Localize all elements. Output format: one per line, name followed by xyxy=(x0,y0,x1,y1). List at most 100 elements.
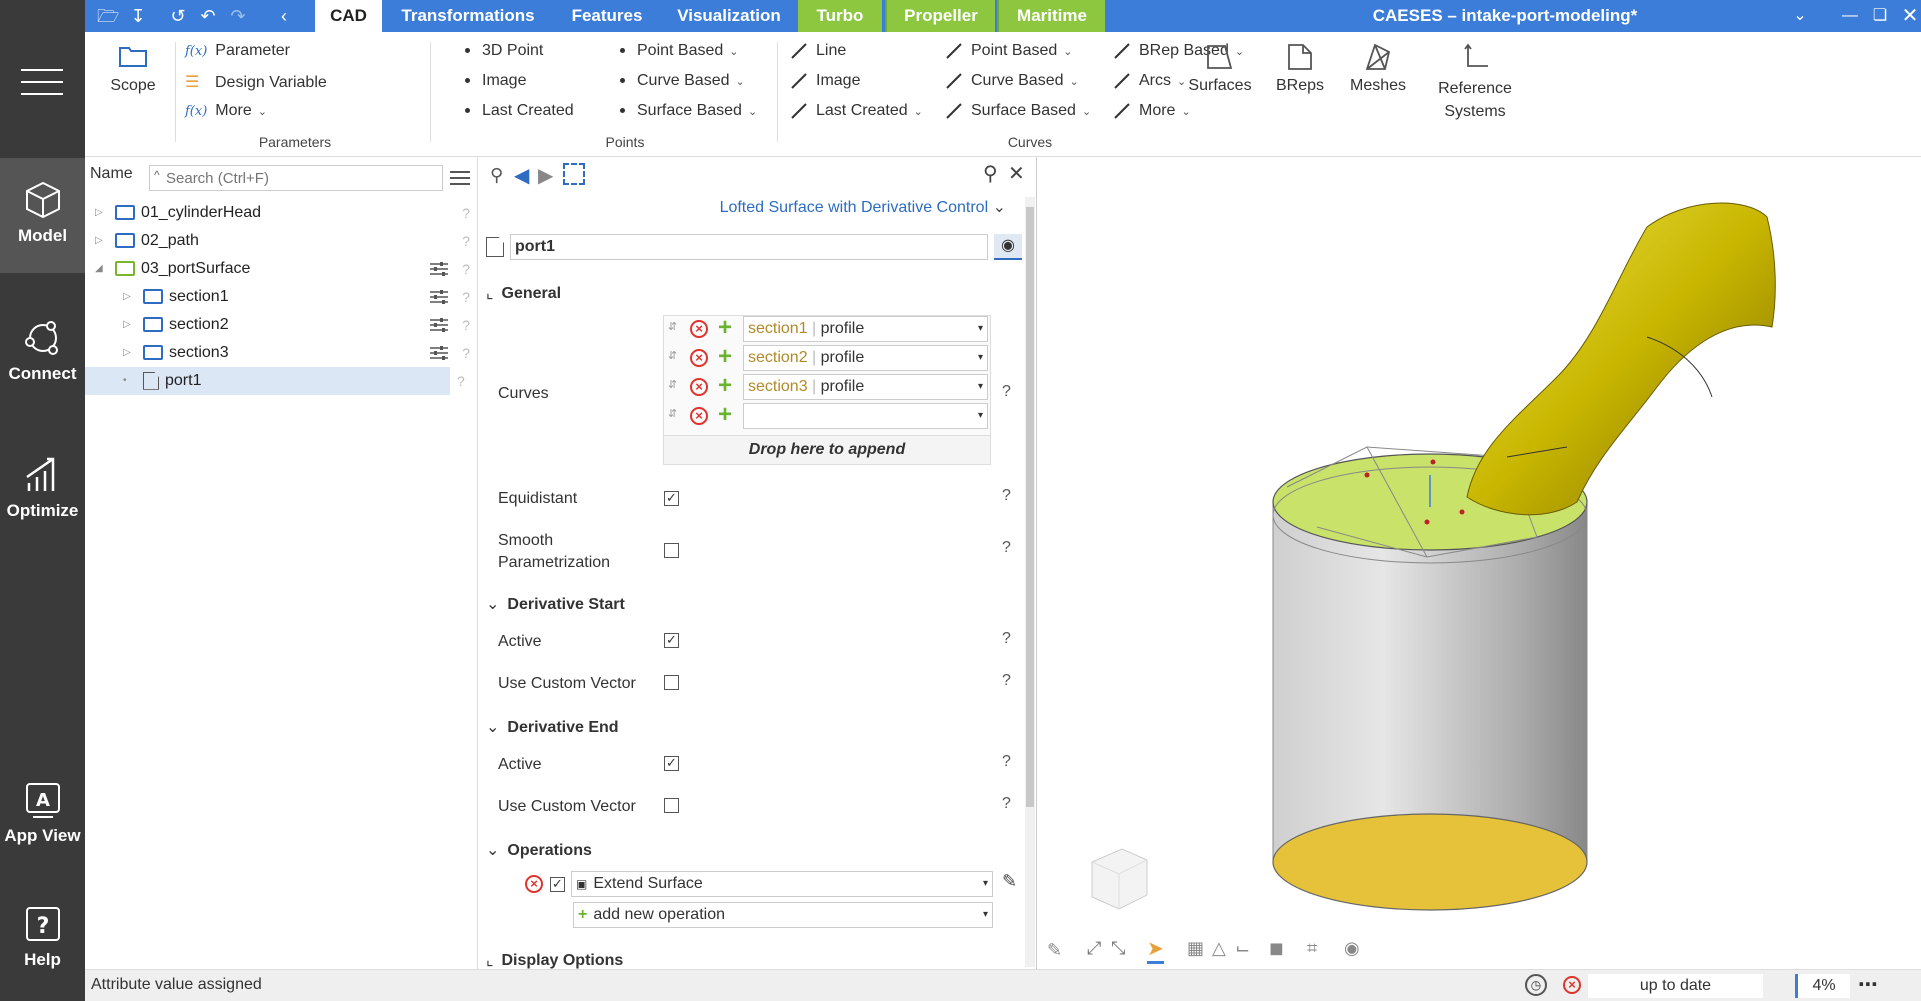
ribbon-arcs[interactable]: Arcs ⌄ xyxy=(1113,72,1186,90)
chevron-left-icon[interactable]: ‹ xyxy=(273,5,295,27)
expand-arrow-icon[interactable]: ▷ xyxy=(95,199,103,227)
ribbon-point-surface-based[interactable]: Surface Based ⌄ xyxy=(620,102,757,120)
expand-arrow-icon[interactable]: ▷ xyxy=(123,311,131,339)
help-question-icon[interactable]: ? xyxy=(1002,672,1011,690)
help-question-icon[interactable]: ? xyxy=(462,199,470,227)
section-derivative-end[interactable]: ⌄ Derivative End xyxy=(486,717,619,737)
derivative-end-custom-vector-checkbox[interactable] xyxy=(664,798,679,813)
tree-item-section1[interactable]: ▷ section1 ? xyxy=(85,283,478,311)
help-question-icon[interactable]: ? xyxy=(1002,487,1011,505)
axis-icon[interactable]: ⌙ xyxy=(1235,938,1250,959)
filter-sliders-icon[interactable] xyxy=(450,169,470,187)
sliders-icon[interactable] xyxy=(430,289,448,305)
remove-item-icon[interactable]: × xyxy=(690,349,708,367)
history-icon[interactable]: ↺ xyxy=(167,5,189,27)
ribbon-point-last-created[interactable]: Last Created xyxy=(465,102,574,120)
smooth-parametrization-checkbox[interactable] xyxy=(664,543,679,558)
tree-item-port1[interactable]: • port1 xyxy=(85,367,450,395)
help-question-icon[interactable]: ? xyxy=(462,227,470,255)
remove-operation-icon[interactable]: × xyxy=(525,875,543,893)
section-derivative-start[interactable]: ⌄ Derivative Start xyxy=(486,594,625,614)
close-icon[interactable]: ✕ xyxy=(1008,161,1025,186)
operation-enabled-checkbox[interactable]: ✓ xyxy=(550,877,565,892)
tab-features[interactable]: Features xyxy=(554,0,660,32)
object-name-field[interactable]: port1 xyxy=(510,234,988,260)
ribbon-3d-point[interactable]: 3D Point xyxy=(465,42,543,60)
curve-entry-1[interactable]: section1 | profile ▾ xyxy=(743,316,988,342)
curve-entry-3[interactable]: section3 | profile ▾ xyxy=(743,374,988,400)
tab-cad[interactable]: CAD xyxy=(315,0,382,32)
ribbon-curves-more[interactable]: More ⌄ xyxy=(1113,102,1191,120)
collapse-arrow-icon[interactable]: ◢ xyxy=(95,255,103,283)
add-new-operation[interactable]: + add new operation ▾ xyxy=(573,902,993,928)
derivative-start-active-checkbox[interactable]: ✓ xyxy=(664,633,679,648)
dropdown-arrow-icon[interactable]: ▾ xyxy=(978,404,983,428)
nav-model[interactable]: Model xyxy=(0,180,85,246)
ribbon-point-image[interactable]: Image xyxy=(465,72,526,90)
sliders-icon[interactable] xyxy=(430,261,448,277)
section-operations[interactable]: ⌄ Operations xyxy=(486,840,592,860)
more-options-icon[interactable]: ⋯ xyxy=(1858,972,1878,997)
ribbon-point-curve-based[interactable]: Curve Based ⌄ xyxy=(620,72,745,90)
ribbon-curve-surface-based[interactable]: Surface Based ⌄ xyxy=(945,102,1091,120)
pencil-icon[interactable]: ✎ xyxy=(1047,940,1062,961)
tree-search-box[interactable]: ^ xyxy=(149,165,443,191)
hamburger-menu-icon[interactable] xyxy=(21,65,63,95)
3d-viewport[interactable]: ✎ ⤢ ⤡ ➤ ▦ △ ⌙ ◼ ⌗ ◉ xyxy=(1037,157,1921,969)
ribbon-curve-last-created[interactable]: Last Created ⌄ xyxy=(790,102,923,120)
object-type-selector[interactable]: Lofted Surface with Derivative Control ⌄ xyxy=(720,197,1006,217)
3d-model-render[interactable] xyxy=(1037,157,1921,969)
help-question-icon[interactable]: ? xyxy=(462,339,470,367)
fit-view-icon[interactable]: ⤢ xyxy=(1087,938,1101,959)
dropdown-arrow-icon[interactable]: ▾ xyxy=(983,872,988,896)
insert-item-icon[interactable]: + xyxy=(718,345,732,369)
open-folder-icon[interactable]: 🗁 xyxy=(97,5,119,27)
insert-item-icon[interactable]: + xyxy=(718,403,732,427)
meshes-button[interactable]: Meshes xyxy=(1343,42,1413,95)
ribbon-curve-curve-based[interactable]: Curve Based ⌄ xyxy=(945,72,1079,90)
help-question-icon[interactable]: ? xyxy=(462,283,470,311)
ribbon-parameters-more[interactable]: f(x) More ⌄ xyxy=(185,102,267,120)
drag-handle-icon[interactable]: ⇵ xyxy=(668,349,677,362)
curve-entry-empty[interactable]: ▾ xyxy=(743,403,988,429)
derivative-start-custom-vector-checkbox[interactable] xyxy=(664,675,679,690)
sync-selection-icon[interactable] xyxy=(563,163,585,185)
visibility-eye-icon[interactable]: ◉ xyxy=(994,234,1022,260)
tree-item-path[interactable]: ▷ 02_path ? xyxy=(85,227,478,255)
sliders-icon[interactable] xyxy=(430,345,448,361)
dropdown-arrow-icon[interactable]: ▾ xyxy=(978,346,983,370)
tab-propeller[interactable]: Propeller xyxy=(885,0,995,32)
tree-item-portsurface[interactable]: ◢ 03_portSurface ? xyxy=(85,255,478,283)
section-general[interactable]: ⌞ General xyxy=(486,283,561,303)
save-icon[interactable]: ↧ xyxy=(127,5,149,27)
help-question-icon[interactable]: ? xyxy=(1002,795,1011,813)
tree-item-section3[interactable]: ▷ section3 ? xyxy=(85,339,478,367)
remove-item-icon[interactable]: × xyxy=(690,320,708,338)
insert-item-icon[interactable]: + xyxy=(718,316,732,340)
operation-extend-surface[interactable]: ▣ Extend Surface ▾ xyxy=(571,871,993,897)
help-question-icon[interactable]: ? xyxy=(462,311,470,339)
zoom-to-selection-icon[interactable]: ⤡ xyxy=(1111,938,1125,959)
restore-button[interactable]: ❏ xyxy=(1865,0,1895,32)
help-question-icon[interactable]: ? xyxy=(1002,539,1011,557)
redo-icon[interactable]: ↷ xyxy=(227,5,249,27)
tab-maritime[interactable]: Maritime xyxy=(997,0,1105,32)
help-question-icon[interactable]: ? xyxy=(1002,630,1011,648)
camera-icon[interactable]: ◼ xyxy=(1269,938,1284,959)
remove-item-icon[interactable]: × xyxy=(690,407,708,425)
tab-turbo[interactable]: Turbo xyxy=(798,0,882,32)
undo-icon[interactable]: ↶ xyxy=(197,5,219,27)
sliders-icon[interactable] xyxy=(430,317,448,333)
drag-handle-icon[interactable]: ⇵ xyxy=(668,378,677,391)
ribbon-curve-point-based[interactable]: Point Based ⌄ xyxy=(945,42,1073,60)
tab-visualization[interactable]: Visualization xyxy=(660,0,798,32)
dropdown-arrow-icon[interactable]: ▾ xyxy=(983,903,988,927)
dropdown-arrow-icon[interactable]: ▾ xyxy=(978,317,983,341)
history-clock-icon[interactable]: ◷ xyxy=(1525,974,1547,996)
reference-systems-button[interactable]: Reference Systems xyxy=(1420,42,1530,123)
scope-button[interactable]: Scope xyxy=(103,44,163,95)
expand-arrow-icon[interactable]: ▷ xyxy=(95,227,103,255)
equidistant-checkbox[interactable]: ✓ xyxy=(664,491,679,506)
forward-arrow-icon[interactable]: ▶ xyxy=(538,163,553,188)
minimize-button[interactable]: — xyxy=(1835,0,1865,32)
